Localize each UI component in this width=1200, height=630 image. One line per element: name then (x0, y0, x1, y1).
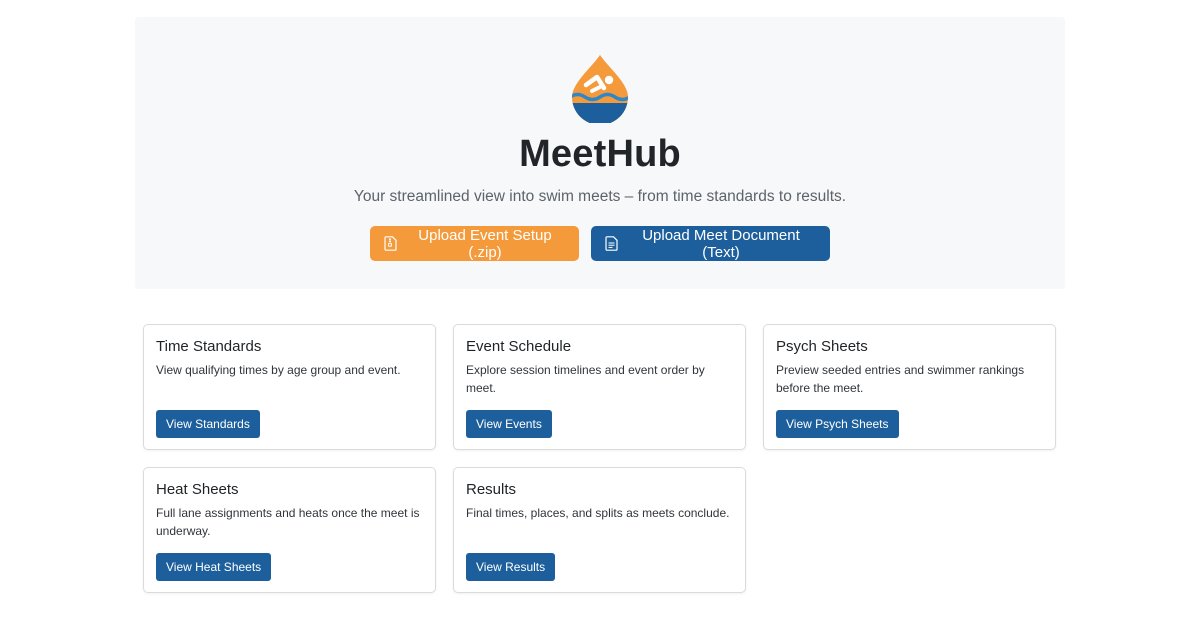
view-psych-sheets-button[interactable]: View Psych Sheets (776, 410, 899, 438)
upload-meet-document-label: Upload Meet Document (Text) (642, 226, 800, 261)
swimmer-drop-icon (570, 53, 630, 123)
upload-event-setup-button[interactable]: Upload Event Setup (.zip) (370, 226, 579, 261)
view-results-button[interactable]: View Results (466, 553, 556, 581)
card-title: Results (466, 481, 517, 498)
card-results: Results Final times, places, and splits … (453, 467, 746, 593)
text-file-icon (605, 236, 618, 251)
view-heat-sheets-button[interactable]: View Heat Sheets (156, 553, 272, 581)
view-events-button[interactable]: View Events (466, 410, 552, 438)
view-standards-button[interactable]: View Standards (156, 410, 260, 438)
card-title: Psych Sheets (776, 338, 868, 355)
card-description: Explore session timelines and event orde… (466, 363, 705, 395)
card-description: View qualifying times by age group and e… (156, 363, 401, 377)
hero-actions: Upload Event Setup (.zip) Upload Meet Do… (370, 226, 830, 261)
zip-file-icon (384, 236, 397, 251)
app-title: MeetHub (519, 133, 681, 175)
upload-event-setup-label: Upload Event Setup (.zip) (418, 226, 552, 261)
card-time-standards: Time Standards View qualifying times by … (143, 324, 436, 450)
card-title: Event Schedule (466, 338, 572, 355)
card-heat-sheets: Heat Sheets Full lane assignments and he… (143, 467, 436, 593)
card-event-schedule: Event Schedule Explore session timelines… (453, 324, 746, 450)
card-description: Final times, places, and splits as meets… (466, 506, 730, 520)
tagline: Your streamlined view into swim meets – … (353, 188, 847, 205)
card-description: Preview seeded entries and swimmer ranki… (776, 363, 1025, 395)
upload-meet-document-button[interactable]: Upload Meet Document (Text) (591, 226, 830, 261)
card-title: Heat Sheets (156, 481, 239, 498)
card-psych-sheets: Psych Sheets Preview seeded entries and … (763, 324, 1056, 450)
card-description: Full lane assignments and heats once the… (156, 506, 420, 538)
hero-section: MeetHub Your streamlined view into swim … (135, 17, 1065, 289)
card-title: Time Standards (156, 338, 262, 355)
